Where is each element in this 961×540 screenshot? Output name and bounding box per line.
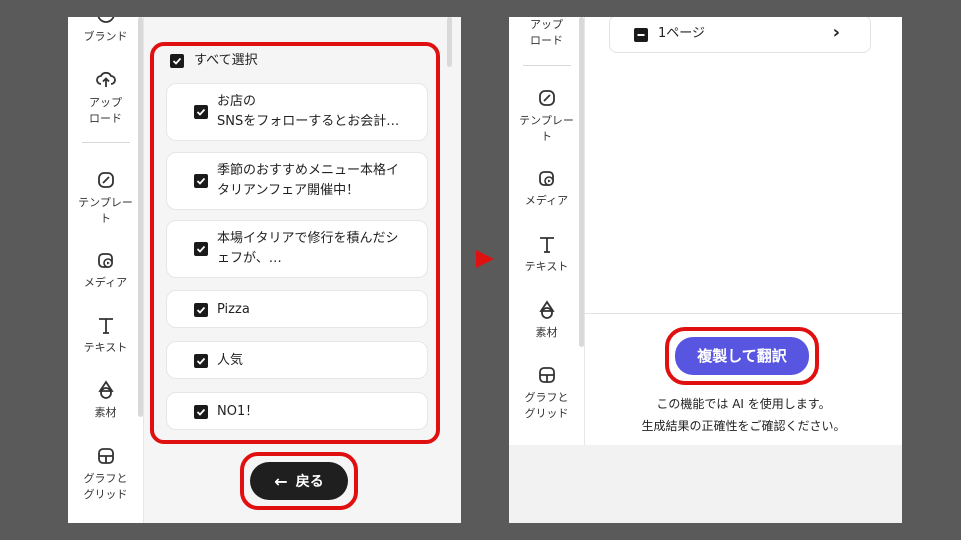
translate-pane: 1ページ › 複製して翻訳 この機能では AI を使用します。 生成結果の正確性… [585, 17, 902, 445]
select-all-label: すべて選択 [194, 53, 258, 68]
arrow-left-icon: ← [274, 471, 288, 491]
media-icon [538, 171, 554, 186]
page-item-label: 1ページ [658, 26, 706, 41]
sidebar-item-charts-grids[interactable]: グラフと グリッド [509, 364, 584, 422]
item-text: 本場イタリアで修行を積んだシ ェフが、… [217, 231, 399, 266]
sidebar-item-template[interactable]: テンプレー ト [509, 87, 584, 145]
pane-scrollbar[interactable] [447, 17, 452, 67]
grid-icon [97, 448, 114, 464]
list-item[interactable]: 人気 [166, 341, 428, 379]
list-item[interactable]: お店の SNSをフォローするとお会計… [166, 83, 428, 141]
item-text: 人気 [217, 353, 244, 368]
checkbox-checked-icon [170, 54, 184, 68]
right-screenshot-panel: アップ ロード テンプレー ト メディア テキスト 素材 グラフと グリッド 1… [509, 17, 902, 523]
sidebar-item-elements[interactable]: 素材 [68, 379, 143, 421]
sidebar-item-label: ブランド [83, 30, 128, 43]
checkbox-checked-icon [194, 105, 208, 119]
list-item[interactable]: NO1！ [166, 392, 428, 430]
page-select-item[interactable]: 1ページ › [609, 17, 871, 53]
sidebar-item-label: テキスト [524, 260, 569, 273]
list-item[interactable]: Pizza [166, 290, 428, 328]
left-screenshot-panel: ブランド アップ ロード テンプレー ト メディア テキスト 素材 グラフと グ… [68, 17, 461, 523]
grid-icon [538, 367, 555, 383]
sidebar-divider [523, 65, 571, 66]
text-icon [98, 318, 113, 334]
ai-notice-line2: 生成結果の正確性をご確認ください。 [641, 419, 846, 433]
sidebar-item-text[interactable]: テキスト [509, 233, 584, 275]
checkbox-checked-icon [194, 174, 208, 188]
translate-select-pane: ​ すべて選択 お店の SNSをフォローするとお会計… 季節のおすすめメニュー本… [144, 17, 461, 523]
sidebar-item-label: 素材 [94, 406, 117, 419]
sidebar-item-label: グラフと グリッド [524, 391, 569, 420]
ai-notice-line1: この機能では AI を使用します。 [656, 397, 831, 411]
elements-shapes-icon [97, 380, 114, 399]
list-item[interactable]: 季節のおすすめメニュー本格イ タリアンフェア開催中！ [166, 152, 428, 210]
sidebar-item-text[interactable]: テキスト [68, 314, 143, 356]
upload-cloud-icon [95, 71, 116, 87]
sidebar-item-label: メディア [83, 276, 128, 289]
checkbox-checked-icon [194, 242, 208, 256]
sidebar-item-label: グラフと グリッド [83, 472, 128, 501]
template-icon [538, 90, 555, 106]
back-button-label: 戻る [295, 474, 324, 490]
sidebar-item-upload[interactable]: アップ ロード [68, 69, 143, 127]
sidebar-item-upload[interactable]: アップ ロード [509, 17, 584, 49]
sidebar-item-brand[interactable]: ブランド [68, 17, 143, 45]
sidebar-item-media[interactable]: メディア [68, 249, 143, 291]
sidebar-divider [82, 142, 130, 143]
checkbox-checked-icon [194, 405, 208, 419]
brand-icon [97, 17, 114, 23]
media-icon [97, 253, 113, 268]
item-text: Pizza [217, 302, 250, 317]
checkbox-checked-icon [194, 303, 208, 317]
left-sidebar: ブランド アップ ロード テンプレー ト メディア テキスト 素材 グラフと グ… [68, 17, 144, 523]
sidebar-scrollbar[interactable] [579, 17, 584, 347]
elements-shapes-icon [538, 300, 555, 319]
chevron-right-icon: › [832, 22, 840, 43]
sidebar-item-label: アップ ロード [89, 96, 122, 125]
sidebar-item-media[interactable]: メディア [509, 167, 584, 209]
next-step-arrow-icon [476, 250, 494, 268]
sidebar-item-elements[interactable]: 素材 [509, 299, 584, 341]
sidebar-item-label: アップ ロード [530, 18, 563, 47]
duplicate-and-translate-button[interactable]: 複製して翻訳 [675, 337, 809, 375]
item-text: 季節のおすすめメニュー本格イ タリアンフェア開催中！ [217, 163, 400, 198]
sidebar-item-label: テキスト [83, 341, 128, 354]
sidebar-item-label: テンプレー ト [78, 196, 133, 225]
list-item[interactable]: 本場イタリアで修行を積んだシ ェフが、… [166, 220, 428, 278]
item-text: お店の SNSをフォローするとお会計… [217, 94, 400, 129]
item-text: NO1！ [217, 404, 259, 419]
bottom-area [509, 445, 902, 523]
sidebar-item-label: メディア [524, 194, 569, 207]
checkbox-partial-icon [634, 28, 648, 42]
template-icon [97, 172, 114, 188]
divider [585, 313, 902, 314]
checkbox-checked-icon [194, 354, 208, 368]
sidebar-item-label: 素材 [535, 326, 558, 339]
back-button[interactable]: ← 戻る [250, 462, 348, 500]
text-icon [539, 237, 554, 253]
sidebar-item-label: テンプレー ト [519, 114, 574, 143]
sidebar-scrollbar[interactable] [138, 17, 143, 417]
sidebar-item-template[interactable]: テンプレー ト [68, 169, 143, 227]
sidebar-item-charts-grids[interactable]: グラフと グリッド [68, 445, 143, 503]
